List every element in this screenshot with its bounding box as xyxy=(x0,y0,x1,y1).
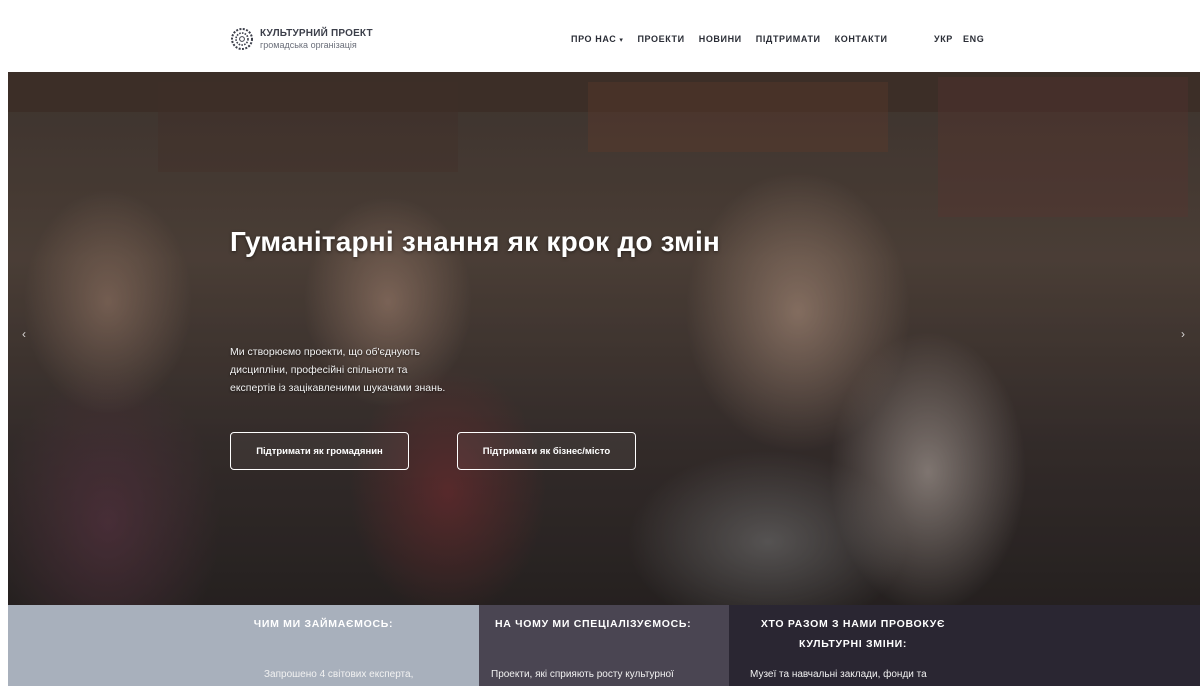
carousel-next-icon[interactable]: › xyxy=(1181,327,1185,341)
column-heading: ЧИМ МИ ЗАЙМАЄМОСЬ: xyxy=(253,618,394,630)
column-text: Запрошено 4 світових експерта, xyxy=(264,669,414,680)
chevron-down-icon: ▾ xyxy=(619,37,624,44)
nav-item-contacts[interactable]: КОНТАКТИ xyxy=(835,34,888,44)
column-what-we-do: ЧИМ МИ ЗАЙМАЄМОСЬ: Запрошено 4 світових … xyxy=(8,605,479,686)
support-citizen-button[interactable]: Підтримати як громадянин xyxy=(230,432,409,470)
column-specialization: НА ЧОМУ МИ СПЕЦІАЛІЗУЄМОСЬ: Проекти, які… xyxy=(479,605,729,686)
logo-ring-icon xyxy=(230,27,254,51)
support-business-button[interactable]: Підтримати як бізнес/місто xyxy=(457,432,636,470)
logo-subtitle: громадська організація xyxy=(260,39,357,50)
hero-overlay xyxy=(8,72,1200,605)
column-heading: НА ЧОМУ МИ СПЕЦІАЛІЗУЄМОСЬ: xyxy=(495,618,692,630)
lang-eng[interactable]: ENG xyxy=(963,34,984,44)
column-text: Проекти, які сприяють росту культурної xyxy=(491,669,674,680)
lang-ukr[interactable]: УКР xyxy=(934,34,953,44)
hero-title: Гуманітарні знання як крок до змін xyxy=(230,226,721,257)
nav-item-about[interactable]: ПРО НАС ▾ xyxy=(571,34,623,44)
nav-item-projects[interactable]: ПРОЕКТИ xyxy=(637,34,684,44)
column-text: Музеї та навчальні заклади, фонди та xyxy=(750,669,927,680)
nav-item-news[interactable]: НОВИНИ xyxy=(699,34,742,44)
logo-title: КУЛЬТУРНИЙ ПРОЕКТ xyxy=(260,27,373,39)
main-nav: ПРО НАС ▾ ПРОЕКТИ НОВИНИ ПІДТРИМАТИ КОНТА… xyxy=(571,34,902,44)
site-header: КУЛЬТУРНИЙ ПРОЕКТ громадська організація… xyxy=(0,0,1200,72)
carousel-prev-icon[interactable]: ‹ xyxy=(22,327,26,341)
hero-banner: ‹ › Гуманітарні знання як крок до змін М… xyxy=(8,72,1200,605)
logo[interactable]: КУЛЬТУРНИЙ ПРОЕКТ громадська організація xyxy=(230,27,373,51)
nav-item-support[interactable]: ПІДТРИМАТИ xyxy=(756,34,821,44)
hero-description: Ми створюємо проекти, що об'єднують дисц… xyxy=(230,346,446,394)
column-heading: ХТО РАЗОМ З НАМИ ПРОВОКУЄ КУЛЬТУРНІ ЗМІН… xyxy=(760,618,946,650)
column-partners: ХТО РАЗОМ З НАМИ ПРОВОКУЄ КУЛЬТУРНІ ЗМІН… xyxy=(729,605,1200,686)
